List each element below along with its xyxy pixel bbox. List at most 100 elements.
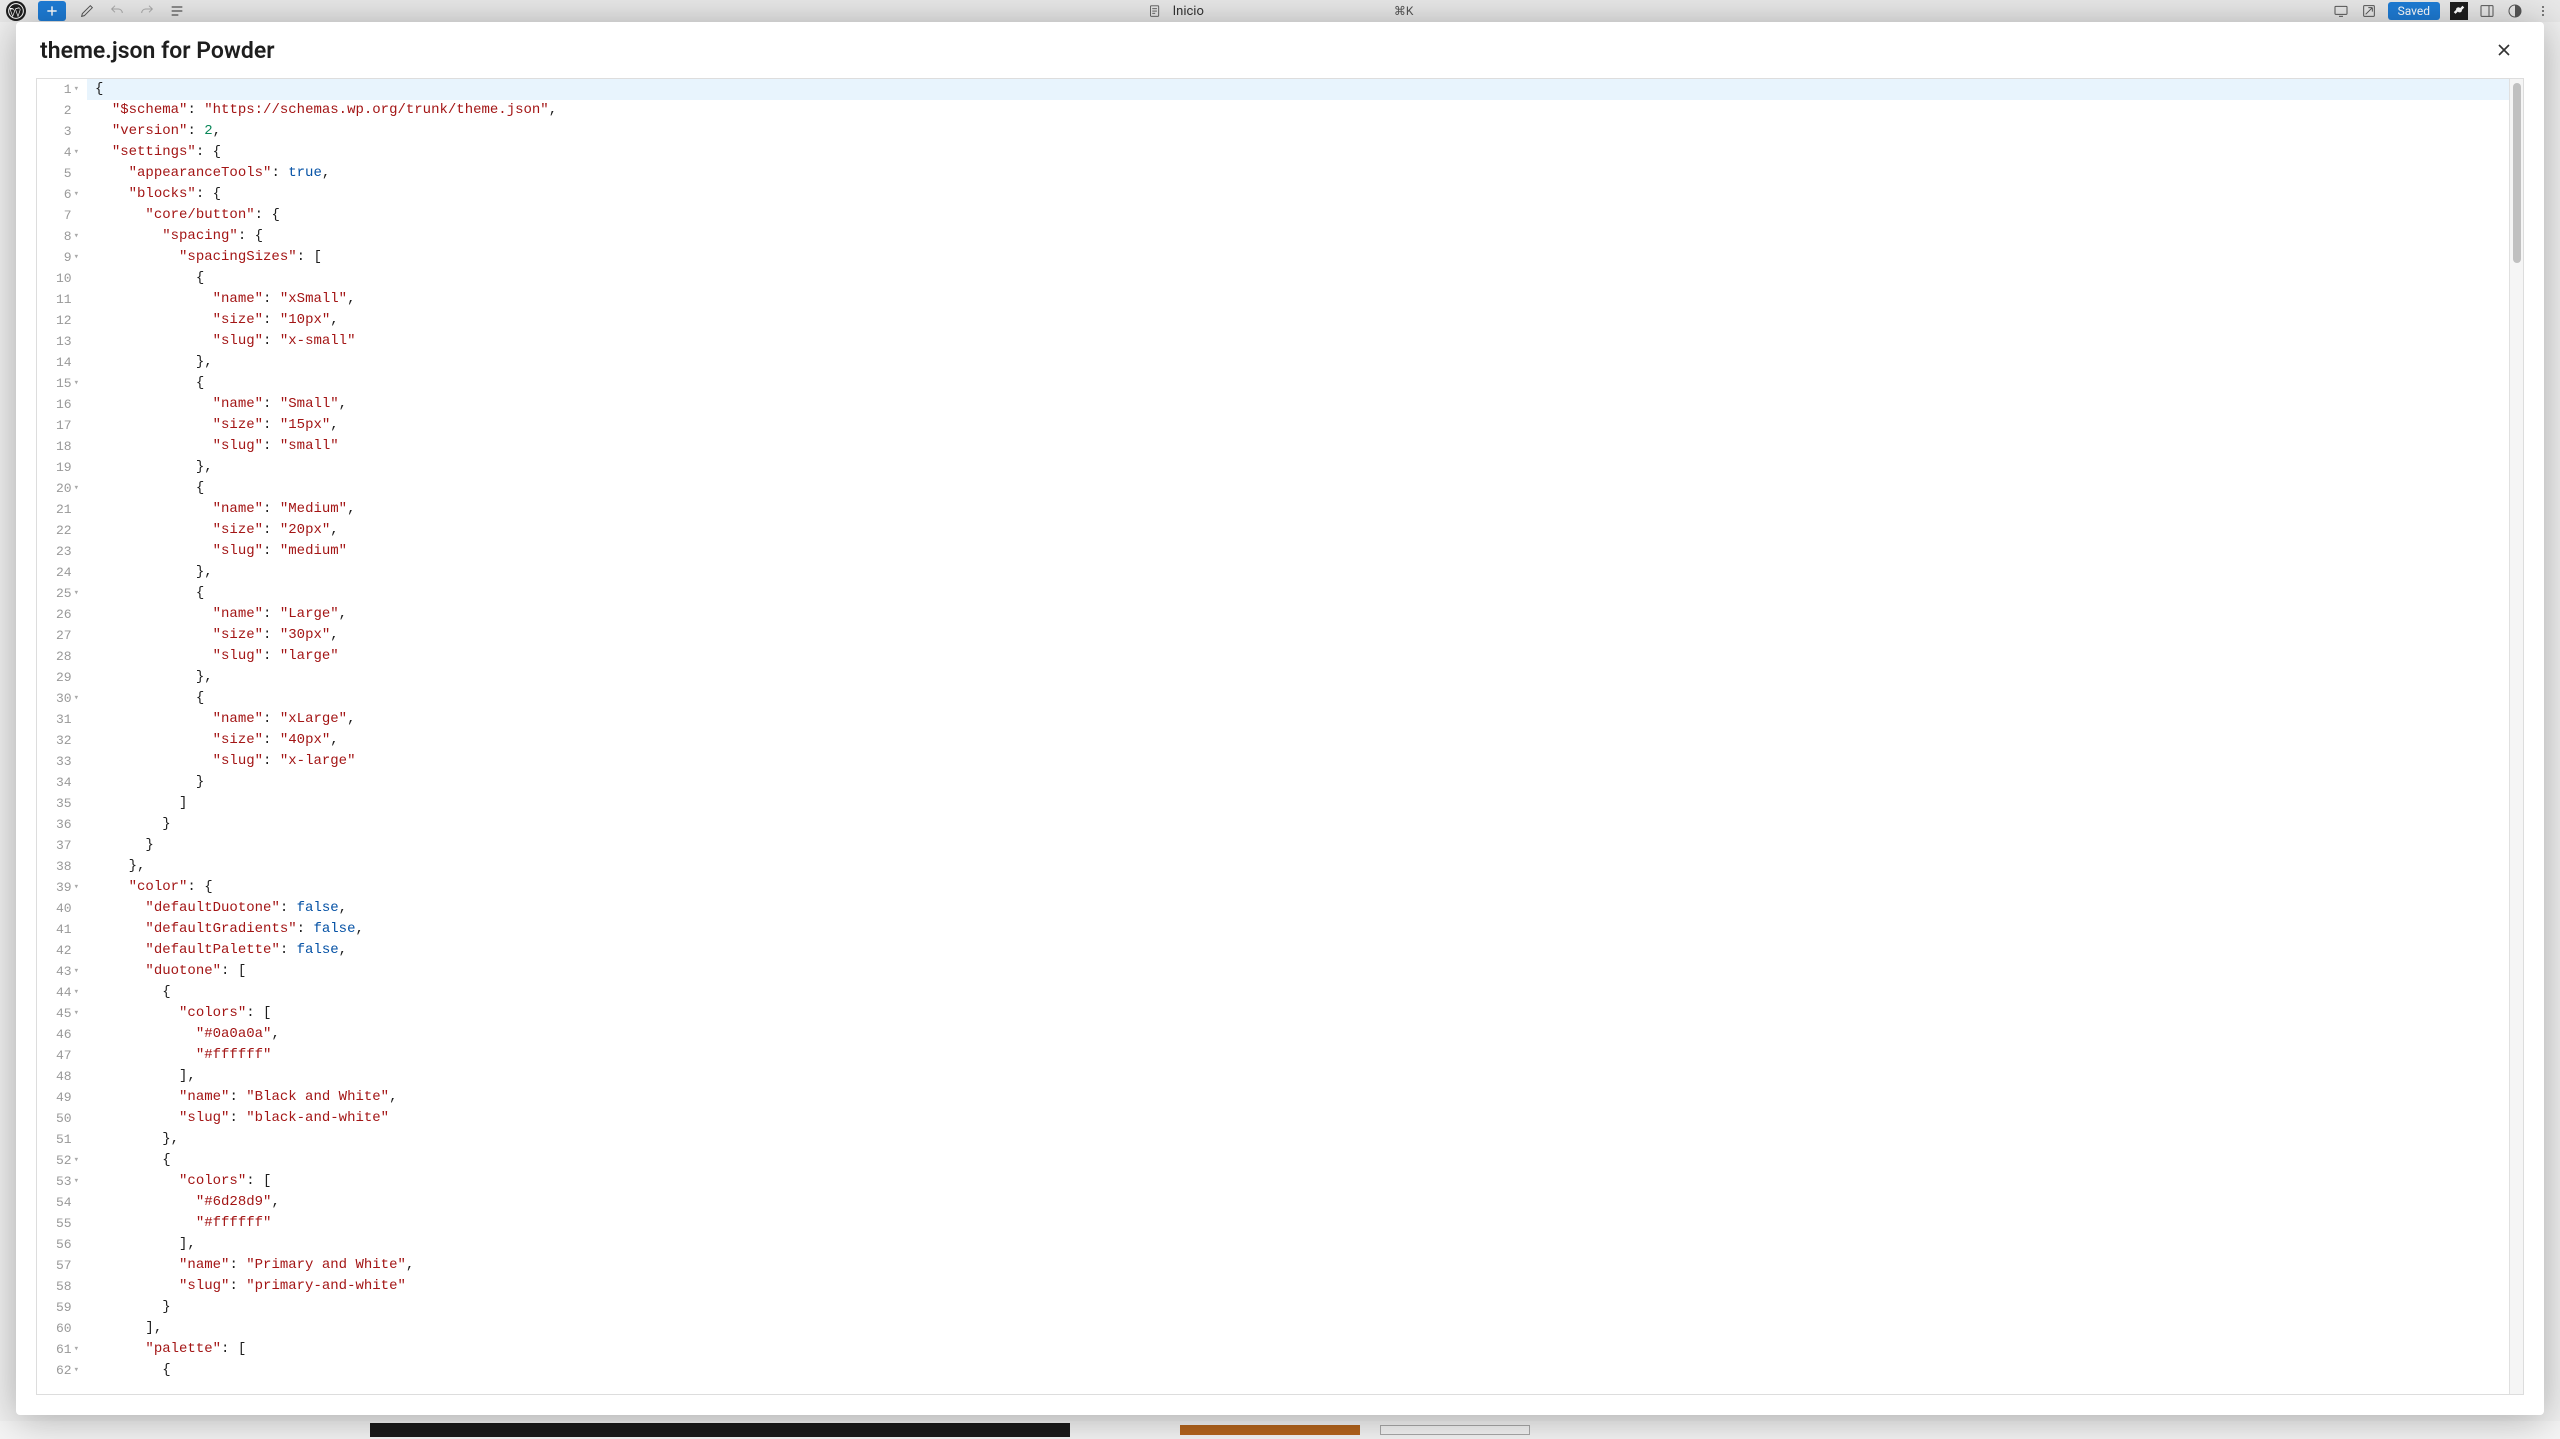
- code-line[interactable]: "slug": "large": [87, 646, 2523, 667]
- tools-icon[interactable]: [2450, 2, 2468, 20]
- code-line[interactable]: "size": "40px",: [87, 730, 2523, 751]
- scrollbar-thumb[interactable]: [2513, 83, 2521, 263]
- code-line[interactable]: "defaultPalette": false,: [87, 940, 2523, 961]
- line-number: 15▾: [37, 373, 79, 394]
- code-line[interactable]: "defaultDuotone": false,: [87, 898, 2523, 919]
- redo-icon[interactable]: [138, 2, 156, 20]
- code-line[interactable]: {: [87, 688, 2523, 709]
- line-number: 24: [37, 562, 79, 583]
- code-line[interactable]: "defaultGradients": false,: [87, 919, 2523, 940]
- code-line[interactable]: "duotone": [: [87, 961, 2523, 982]
- code-line[interactable]: {: [87, 79, 2523, 100]
- line-number: 4▾: [37, 142, 79, 163]
- bottom-orange-button: [1180, 1425, 1360, 1435]
- styles-icon[interactable]: [2506, 2, 2524, 20]
- code-line[interactable]: {: [87, 268, 2523, 289]
- add-block-button[interactable]: [38, 1, 66, 21]
- bottom-strip: [0, 1421, 2560, 1439]
- line-number: 50: [37, 1108, 79, 1129]
- code-line[interactable]: "core/button": {: [87, 205, 2523, 226]
- sidebar-toggle-icon[interactable]: [2478, 2, 2496, 20]
- code-line[interactable]: "#0a0a0a",: [87, 1024, 2523, 1045]
- line-number: 32: [37, 730, 79, 751]
- line-number: 26: [37, 604, 79, 625]
- code-line[interactable]: "size": "10px",: [87, 310, 2523, 331]
- code-line[interactable]: "slug": "x-small": [87, 331, 2523, 352]
- code-line[interactable]: "size": "20px",: [87, 520, 2523, 541]
- toolbar-center[interactable]: Inicio ⌘K: [1147, 3, 1414, 19]
- code-line[interactable]: },: [87, 667, 2523, 688]
- code-line[interactable]: "appearanceTools": true,: [87, 163, 2523, 184]
- line-number: 23: [37, 541, 79, 562]
- code-line[interactable]: "spacingSizes": [: [87, 247, 2523, 268]
- external-link-icon[interactable]: [2360, 2, 2378, 20]
- desktop-view-icon[interactable]: [2332, 2, 2350, 20]
- code-line[interactable]: "size": "30px",: [87, 625, 2523, 646]
- code-line[interactable]: "slug": "small": [87, 436, 2523, 457]
- code-line[interactable]: },: [87, 457, 2523, 478]
- code-line[interactable]: "spacing": {: [87, 226, 2523, 247]
- code-line[interactable]: "settings": {: [87, 142, 2523, 163]
- list-view-icon[interactable]: [168, 2, 186, 20]
- document-title: Inicio: [1173, 4, 1204, 19]
- line-number: 10: [37, 268, 79, 289]
- code-line[interactable]: {: [87, 478, 2523, 499]
- code-line[interactable]: {: [87, 373, 2523, 394]
- code-line[interactable]: {: [87, 1150, 2523, 1171]
- code-line[interactable]: {: [87, 982, 2523, 1003]
- code-line[interactable]: "color": {: [87, 877, 2523, 898]
- more-options-icon[interactable]: [2534, 2, 2552, 20]
- line-number: 28: [37, 646, 79, 667]
- code-content[interactable]: { "$schema": "https://schemas.wp.org/tru…: [87, 79, 2523, 1394]
- code-line[interactable]: ],: [87, 1318, 2523, 1339]
- code-line[interactable]: }: [87, 814, 2523, 835]
- code-line[interactable]: ],: [87, 1234, 2523, 1255]
- code-line[interactable]: ],: [87, 1066, 2523, 1087]
- code-line[interactable]: "$schema": "https://schemas.wp.org/trunk…: [87, 100, 2523, 121]
- bottom-preview-bar: [370, 1423, 1070, 1437]
- line-number-gutter: 1▾2 3 4▾5 6▾7 8▾9▾10 11 12 13 14 15▾16 1…: [37, 79, 87, 1394]
- code-line[interactable]: "slug": "medium": [87, 541, 2523, 562]
- code-line[interactable]: }: [87, 835, 2523, 856]
- edit-icon[interactable]: [78, 2, 96, 20]
- code-line[interactable]: "colors": [: [87, 1171, 2523, 1192]
- code-line[interactable]: "size": "15px",: [87, 415, 2523, 436]
- code-line[interactable]: "slug": "black-and-white": [87, 1108, 2523, 1129]
- line-number: 43▾: [37, 961, 79, 982]
- line-number: 34: [37, 772, 79, 793]
- code-line[interactable]: }: [87, 772, 2523, 793]
- line-number: 29: [37, 667, 79, 688]
- code-line[interactable]: {: [87, 1360, 2523, 1381]
- code-line[interactable]: },: [87, 562, 2523, 583]
- code-line[interactable]: },: [87, 1129, 2523, 1150]
- code-line[interactable]: "name": "Black and White",: [87, 1087, 2523, 1108]
- code-line[interactable]: ]: [87, 793, 2523, 814]
- code-line[interactable]: "name": "xSmall",: [87, 289, 2523, 310]
- code-line[interactable]: "#ffffff": [87, 1045, 2523, 1066]
- undo-icon[interactable]: [108, 2, 126, 20]
- code-line[interactable]: "#6d28d9",: [87, 1192, 2523, 1213]
- code-line[interactable]: "blocks": {: [87, 184, 2523, 205]
- code-line[interactable]: {: [87, 583, 2523, 604]
- code-line[interactable]: "name": "Primary and White",: [87, 1255, 2523, 1276]
- code-line[interactable]: "slug": "primary-and-white": [87, 1276, 2523, 1297]
- code-line[interactable]: "colors": [: [87, 1003, 2523, 1024]
- code-line[interactable]: "slug": "x-large": [87, 751, 2523, 772]
- code-line[interactable]: "version": 2,: [87, 121, 2523, 142]
- code-line[interactable]: "palette": [: [87, 1339, 2523, 1360]
- code-line[interactable]: "name": "xLarge",: [87, 709, 2523, 730]
- code-line[interactable]: "#ffffff": [87, 1213, 2523, 1234]
- code-editor[interactable]: 1▾2 3 4▾5 6▾7 8▾9▾10 11 12 13 14 15▾16 1…: [36, 78, 2524, 1395]
- close-button[interactable]: [2488, 34, 2520, 66]
- code-line[interactable]: }: [87, 1297, 2523, 1318]
- scrollbar-track[interactable]: [2509, 79, 2523, 1394]
- code-line[interactable]: },: [87, 856, 2523, 877]
- command-shortcut: ⌘K: [1394, 4, 1414, 18]
- saved-indicator[interactable]: Saved: [2388, 2, 2440, 20]
- code-line[interactable]: },: [87, 352, 2523, 373]
- code-line[interactable]: "name": "Large",: [87, 604, 2523, 625]
- code-line[interactable]: "name": "Small",: [87, 394, 2523, 415]
- wordpress-icon[interactable]: [6, 1, 26, 21]
- line-number: 25▾: [37, 583, 79, 604]
- code-line[interactable]: "name": "Medium",: [87, 499, 2523, 520]
